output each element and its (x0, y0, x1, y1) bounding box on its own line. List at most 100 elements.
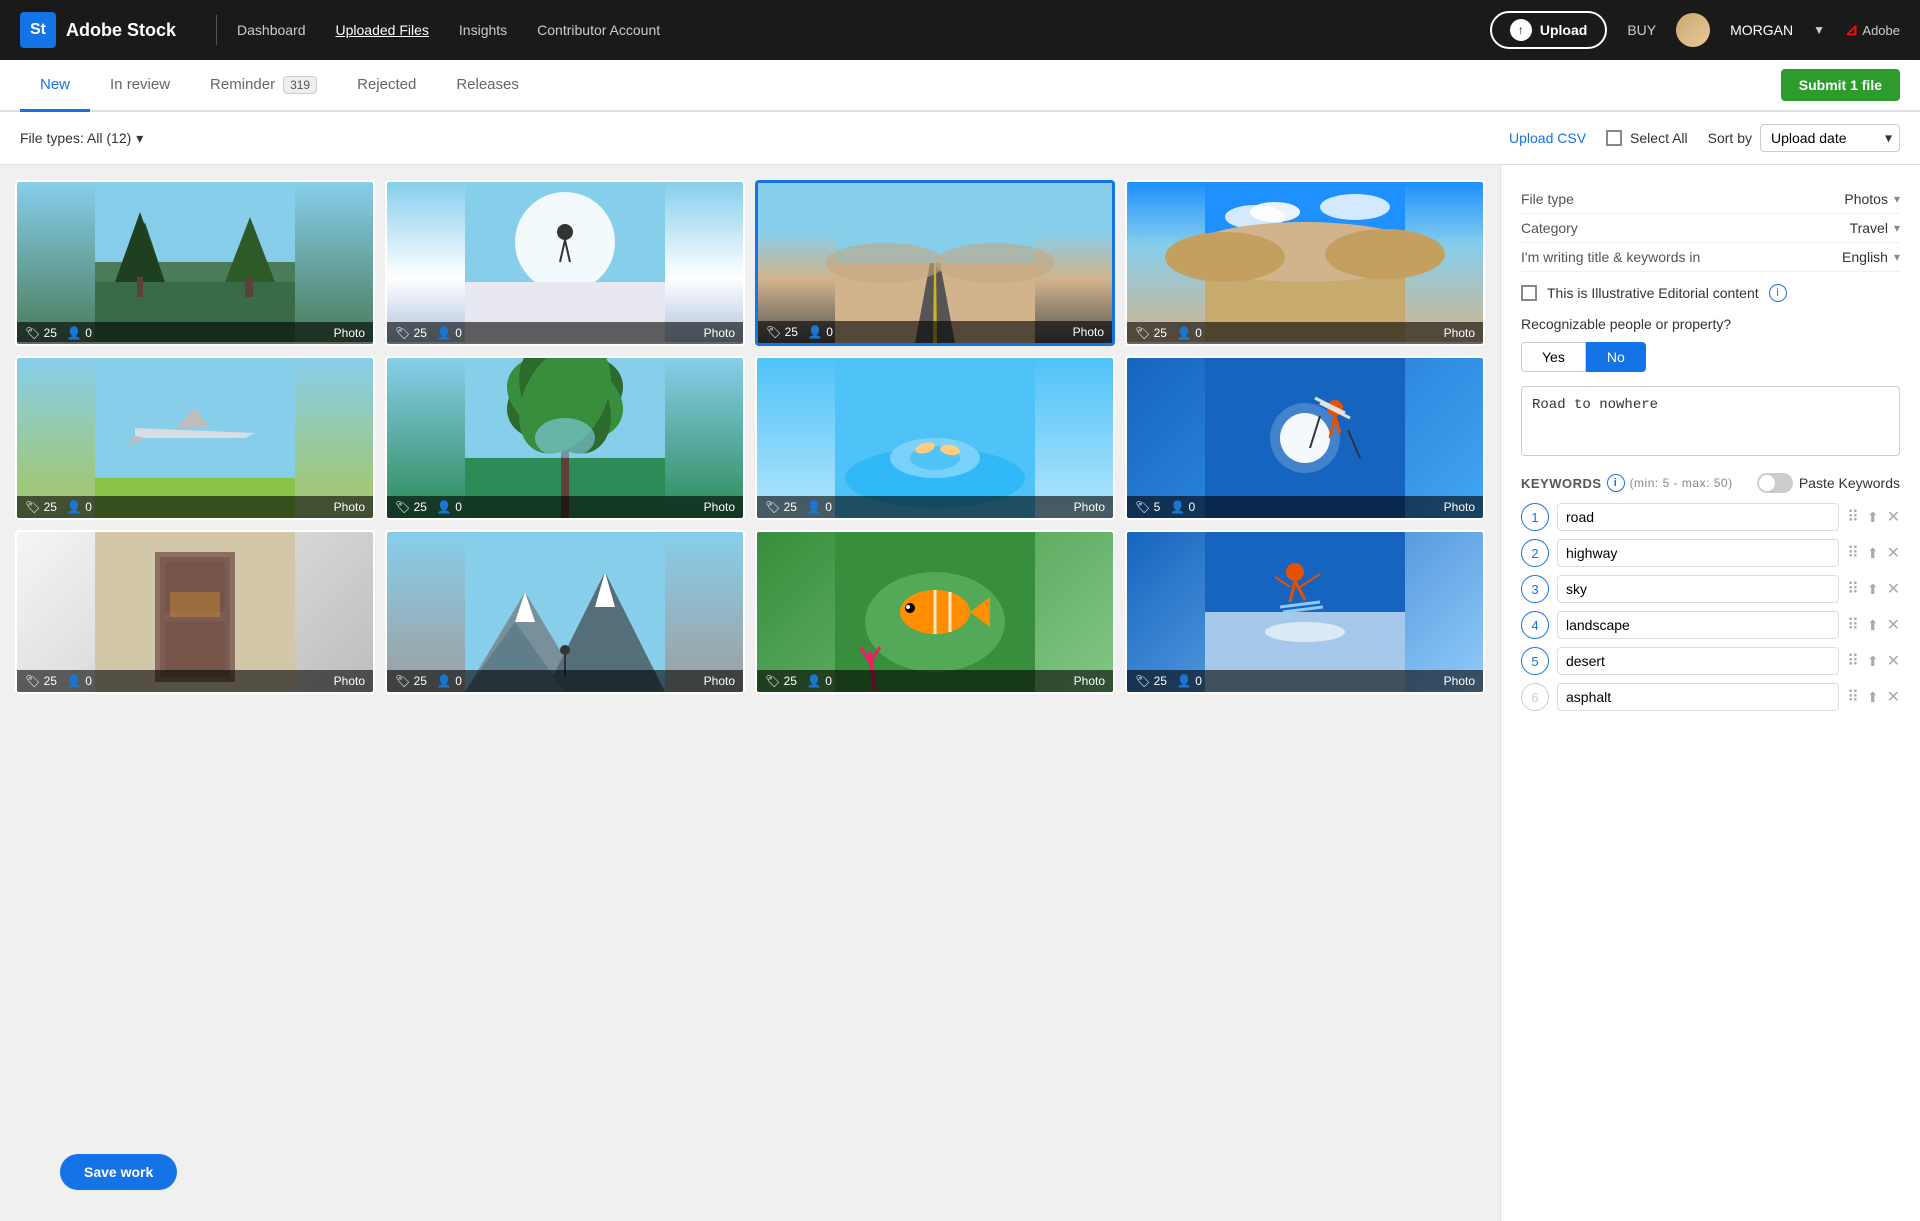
tab-new-label: New (40, 76, 70, 93)
title-textarea[interactable]: Road to nowhere (1521, 386, 1900, 456)
tab-rejected-label: Rejected (357, 76, 416, 93)
people-count: 👤 0 (437, 500, 462, 514)
people-count: 👤 0 (1170, 500, 1195, 514)
user-name[interactable]: MORGAN (1730, 22, 1793, 38)
photo-card[interactable]: ✓ 🏷 25 (755, 180, 1115, 346)
brand-name: Adobe Stock (66, 20, 176, 41)
keyword-input-2[interactable] (1557, 539, 1839, 567)
select-all-checkbox[interactable] (1606, 130, 1622, 146)
tab-releases[interactable]: Releases (436, 60, 539, 112)
sort-select[interactable]: Upload date (1760, 124, 1900, 152)
language-chevron-icon: ▾ (1894, 250, 1900, 264)
keyword-delete-icon[interactable]: ✕ (1887, 615, 1900, 635)
save-work-button[interactable]: Save work (60, 1154, 177, 1190)
photo-image (757, 532, 1113, 692)
user-avatar[interactable] (1676, 13, 1710, 47)
photo-card[interactable]: 🏷 25 👤 0 Photo (385, 356, 745, 520)
photo-card[interactable]: 🏷 25 👤 0 Photo (15, 530, 375, 694)
keyword-delete-icon[interactable]: ✕ (1887, 543, 1900, 563)
category-field-value[interactable]: Travel ▾ (1850, 220, 1900, 236)
photo-stats: 🏷 5 👤 0 (1135, 500, 1195, 514)
photo-stats: 🏷 25 👤 0 (765, 674, 832, 688)
buy-link[interactable]: BUY (1627, 22, 1656, 38)
keyword-drag-icon[interactable]: ⠿ (1847, 507, 1859, 527)
editorial-checkbox[interactable] (1521, 285, 1537, 301)
photo-card[interactable]: 🏷 25 👤 0 Photo (755, 530, 1115, 694)
nav-dashboard[interactable]: Dashboard (237, 22, 306, 38)
recognizable-section: Recognizable people or property? Yes No (1521, 316, 1900, 372)
keywords-list: 1 ⠿ ⬆ ✕ 2 ⠿ ⬆ ✕ 3 ⠿ ⬆ ✕ 4 (1521, 503, 1900, 711)
photo-card[interactable]: 🏷 5 👤 0 Photo (1125, 356, 1485, 520)
keyword-delete-icon[interactable]: ✕ (1887, 507, 1900, 527)
keyword-move-up-icon[interactable]: ⬆ (1867, 617, 1879, 634)
keywords-info-icon[interactable]: i (1607, 474, 1625, 492)
keyword-input-3[interactable] (1557, 575, 1839, 603)
header-nav: Dashboard Uploaded Files Insights Contri… (237, 22, 1490, 38)
keywords-label: KEYWORDS i (min: 5 - max: 50) (1521, 474, 1733, 492)
keyword-drag-icon[interactable]: ⠿ (1847, 651, 1859, 671)
tab-rejected[interactable]: Rejected (337, 60, 436, 112)
photo-card[interactable]: 🏷 25 👤 0 Photo (385, 530, 745, 694)
photo-card[interactable]: 🏷 25 👤 0 Photo (1125, 530, 1485, 694)
keyword-delete-icon[interactable]: ✕ (1887, 687, 1900, 707)
photo-card[interactable]: 🏷 25 👤 0 Photo (15, 180, 375, 346)
tab-in-review[interactable]: In review (90, 60, 190, 112)
photo-card[interactable]: 🏷 25 👤 0 Photo (15, 356, 375, 520)
keyword-move-up-icon[interactable]: ⬆ (1867, 653, 1879, 670)
people-count: 👤 0 (67, 500, 92, 514)
photo-stats: 🏷 25 👤 0 (395, 674, 462, 688)
tab-reminder[interactable]: Reminder 319 (190, 60, 337, 112)
adobe-logo: ⊿ Adobe (1845, 20, 1900, 40)
keyword-move-up-icon[interactable]: ⬆ (1867, 509, 1879, 526)
upload-csv-button[interactable]: Upload CSV (1509, 130, 1586, 146)
no-button[interactable]: No (1586, 342, 1646, 372)
keyword-number-6: 6 (1521, 683, 1549, 711)
photo-type: Photo (1074, 500, 1105, 514)
photo-card[interactable]: 🏷 25 👤 0 Photo (755, 356, 1115, 520)
keyword-input-4[interactable] (1557, 611, 1839, 639)
nav-uploaded-files[interactable]: Uploaded Files (336, 22, 429, 38)
editorial-info-icon[interactable]: i (1769, 284, 1787, 302)
keyword-input-1[interactable] (1557, 503, 1839, 531)
tab-new[interactable]: New (20, 60, 90, 112)
photo-type: Photo (704, 500, 735, 514)
keywords-hint: (min: 5 - max: 50) (1630, 476, 1733, 490)
photo-image (387, 358, 743, 518)
yes-button[interactable]: Yes (1521, 342, 1586, 372)
keyword-row: 2 ⠿ ⬆ ✕ (1521, 539, 1900, 567)
keyword-input-6[interactable] (1557, 683, 1839, 711)
photo-card[interactable]: 🏷 25 👤 0 Photo (1125, 180, 1485, 346)
keyword-delete-icon[interactable]: ✕ (1887, 651, 1900, 671)
keyword-move-up-icon[interactable]: ⬆ (1867, 581, 1879, 598)
tab-releases-label: Releases (456, 76, 519, 93)
submit-file-button[interactable]: Submit 1 file (1781, 69, 1900, 101)
category-value-text: Travel (1850, 220, 1888, 236)
keyword-input-5[interactable] (1557, 647, 1839, 675)
toggle-switch[interactable] (1757, 473, 1793, 493)
recognizable-label: Recognizable people or property? (1521, 316, 1900, 332)
keyword-delete-icon[interactable]: ✕ (1887, 579, 1900, 599)
photo-type: Photo (1444, 326, 1475, 340)
language-value-text: English (1842, 249, 1888, 265)
keyword-row: 3 ⠿ ⬆ ✕ (1521, 575, 1900, 603)
nav-insights[interactable]: Insights (459, 22, 507, 38)
file-type-filter[interactable]: File types: All (12) ▾ (20, 130, 143, 147)
keyword-drag-icon[interactable]: ⠿ (1847, 579, 1859, 599)
header-actions: ↑ Upload BUY MORGAN ▼ ⊿ Adobe (1490, 11, 1900, 49)
file-type-field-value[interactable]: Photos ▾ (1844, 191, 1900, 207)
keyword-move-up-icon[interactable]: ⬆ (1867, 689, 1879, 706)
photo-card[interactable]: 🏷 25 👤 0 Photo (385, 180, 745, 346)
keyword-drag-icon[interactable]: ⠿ (1847, 543, 1859, 563)
keyword-drag-icon[interactable]: ⠿ (1847, 687, 1859, 707)
keyword-number-4: 4 (1521, 611, 1549, 639)
keyword-number-5: 5 (1521, 647, 1549, 675)
keyword-move-up-icon[interactable]: ⬆ (1867, 545, 1879, 562)
keyword-drag-icon[interactable]: ⠿ (1847, 615, 1859, 635)
logo[interactable]: St Adobe Stock (20, 12, 176, 48)
language-field-value[interactable]: English ▾ (1842, 249, 1900, 265)
upload-button[interactable]: ↑ Upload (1490, 11, 1607, 49)
keyword-row: 1 ⠿ ⬆ ✕ (1521, 503, 1900, 531)
nav-contributor-account[interactable]: Contributor Account (537, 22, 660, 38)
paste-keywords-toggle[interactable]: Paste Keywords (1757, 473, 1900, 493)
keyword-count: 🏷 25 (765, 500, 797, 514)
